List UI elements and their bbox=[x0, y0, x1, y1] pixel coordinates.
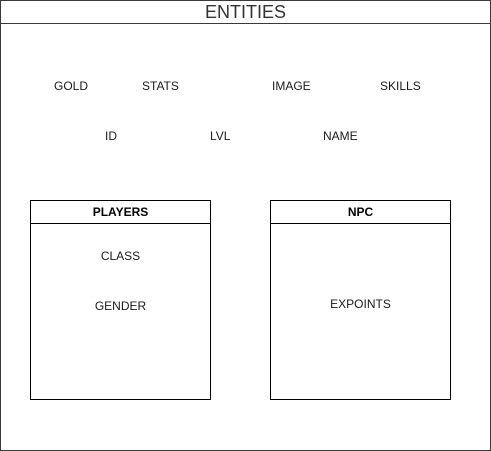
attribute-expoints: EXPOINTS bbox=[330, 297, 391, 311]
npc-entity: NPC EXPOINTS bbox=[270, 200, 451, 400]
attribute-image: IMAGE bbox=[272, 79, 311, 93]
npc-title: NPC bbox=[271, 201, 450, 224]
attribute-class: CLASS bbox=[100, 249, 141, 263]
entities-title: ENTITIES bbox=[1, 1, 490, 24]
attribute-name: NAME bbox=[323, 129, 358, 143]
players-entity: PLAYERS CLASS GENDER bbox=[30, 200, 211, 400]
attribute-gold: GOLD bbox=[54, 79, 89, 93]
players-title: PLAYERS bbox=[31, 201, 210, 224]
attribute-stats: STATS bbox=[142, 79, 179, 93]
attribute-lvl: LVL bbox=[210, 129, 231, 143]
attribute-id: ID bbox=[105, 129, 117, 143]
attribute-gender: GENDER bbox=[94, 299, 147, 313]
entities-container: ENTITIES GOLD STATS IMAGE SKILLS ID LVL … bbox=[0, 0, 491, 451]
attribute-skills: SKILLS bbox=[380, 79, 421, 93]
